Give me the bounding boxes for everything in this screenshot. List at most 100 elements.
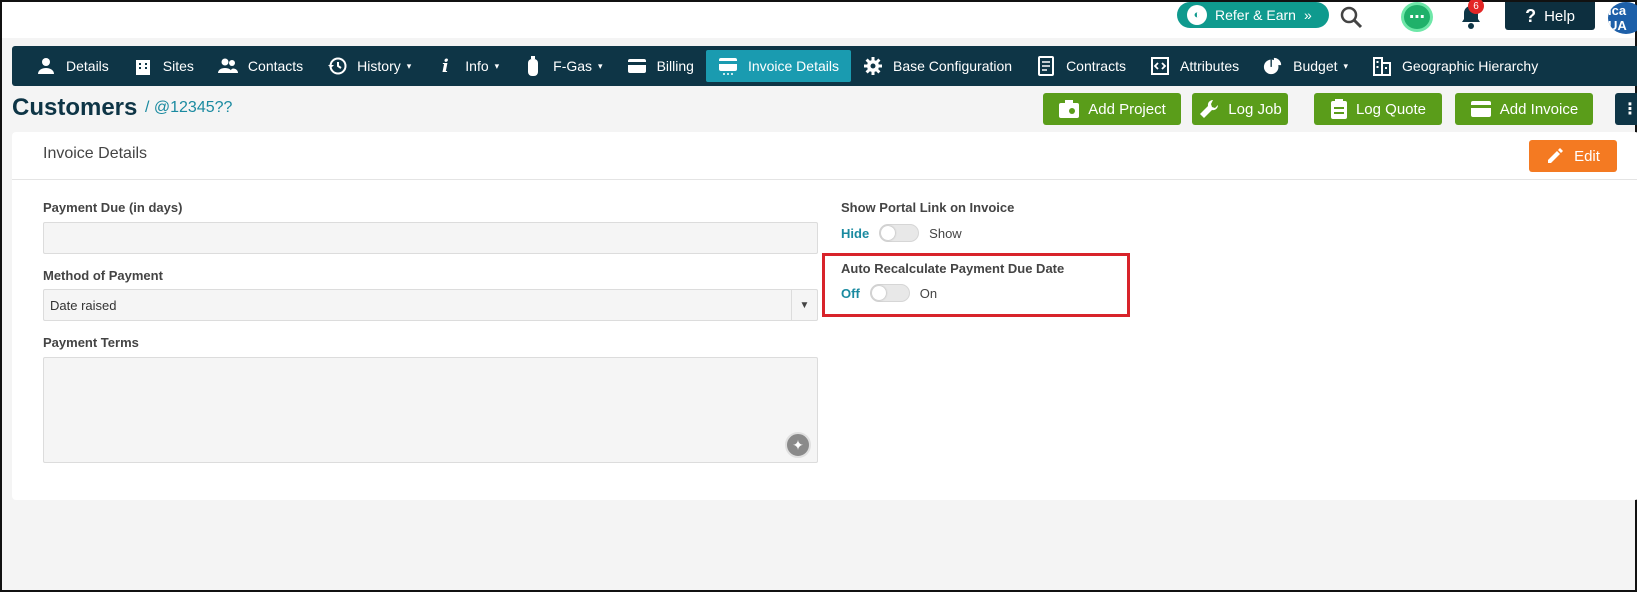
gear-icon — [863, 56, 883, 76]
log-quote-button[interactable]: Log Quote — [1314, 93, 1442, 125]
payment-due-input[interactable] — [43, 222, 818, 254]
tab-f-gas[interactable]: F-Gas ▾ — [511, 50, 614, 82]
tab-contracts[interactable]: Contracts — [1024, 50, 1138, 82]
method-of-payment-value: Date raised — [50, 297, 117, 313]
tab-label: Geographic Hierarchy — [1402, 58, 1539, 74]
tab-label: Base Configuration — [892, 58, 1013, 74]
tab-attributes[interactable]: Attributes — [1138, 50, 1251, 82]
add-invoice-button[interactable]: Add Invoice — [1455, 93, 1593, 125]
switch-knob — [881, 226, 896, 240]
method-of-payment-select[interactable]: Date raised ▼ — [43, 289, 818, 321]
auto-recalc-on-label: On — [919, 285, 938, 301]
tab-details[interactable]: Details — [24, 50, 121, 82]
caret-down-icon: ▾ — [494, 60, 500, 71]
card-icon — [627, 56, 647, 76]
tab-invoice-details[interactable]: Invoice Details — [705, 50, 851, 82]
tab-label: History — [357, 58, 401, 74]
switch-knob — [871, 286, 886, 300]
payment-terms-label: Payment Terms — [43, 335, 139, 350]
tab-billing[interactable]: Billing — [615, 50, 706, 82]
help-button[interactable]: ? Help — [1505, 2, 1595, 30]
add-project-label: Add Project — [1088, 100, 1166, 118]
ai-sparkle-icon[interactable]: ✦ — [785, 432, 811, 458]
card-header: Invoice Details Edit — [12, 132, 1637, 180]
tab-label: Details — [66, 58, 109, 74]
tab-info[interactable]: i Info ▾ — [423, 50, 511, 82]
hierarchy-icon — [1372, 56, 1392, 76]
more-options-button[interactable]: ⋮ — [1615, 93, 1637, 125]
user-icon — [36, 56, 56, 76]
history-icon — [327, 56, 347, 76]
tab-label: F-Gas — [553, 58, 593, 74]
project-icon — [1059, 100, 1080, 118]
invoice-card-icon — [718, 56, 738, 76]
tab-sites[interactable]: Sites — [121, 50, 206, 82]
auto-recalc-label: Auto Recalculate Payment Due Date — [841, 261, 1065, 276]
tab-label: Contacts — [247, 58, 304, 74]
auto-recalc-toggle-row: Off On — [841, 284, 937, 302]
caret-down-icon: ▾ — [406, 60, 412, 71]
double-chevron-icon: » — [1303, 7, 1312, 23]
chat-button[interactable]: ⋯ — [1400, 2, 1434, 32]
tab-contacts[interactable]: Contacts — [206, 50, 315, 82]
edit-label: Edit — [1574, 147, 1600, 165]
card-icon — [1470, 101, 1491, 117]
caret-down-icon: ▾ — [598, 60, 603, 71]
tab-base-configuration[interactable]: Base Configuration — [851, 50, 1024, 82]
kebab-icon: ⋮ — [1622, 101, 1637, 118]
caret-down-icon: ▾ — [1343, 60, 1349, 71]
tab-label: Budget — [1293, 58, 1338, 74]
log-quote-label: Log Quote — [1355, 100, 1427, 118]
log-job-label: Log Job — [1228, 100, 1282, 118]
tab-label: Sites — [162, 58, 194, 74]
pencil-icon — [1548, 148, 1564, 163]
help-label: Help — [1544, 7, 1575, 25]
tab-label: Attributes — [1179, 58, 1240, 74]
info-icon: i — [441, 55, 449, 77]
edit-button[interactable]: Edit — [1529, 140, 1617, 172]
tab-budget[interactable]: Budget ▾ — [1251, 50, 1360, 82]
portal-link-off-label: Hide — [841, 225, 870, 241]
building-icon — [133, 56, 153, 76]
portal-link-toggle-row: Hide Show — [841, 224, 962, 242]
tab-label: Invoice Details — [747, 58, 839, 74]
portal-link-switch[interactable] — [879, 224, 920, 242]
gas-cylinder-icon — [523, 56, 543, 76]
contract-icon — [1036, 56, 1056, 76]
search-icon — [1340, 6, 1363, 29]
add-invoice-label: Add Invoice — [1499, 100, 1579, 118]
clipboard-icon — [1330, 99, 1347, 119]
tab-label: Info — [465, 58, 489, 74]
budget-icon — [1263, 56, 1283, 76]
tab-label: Billing — [656, 58, 694, 74]
customer-nav-bar: Details Sites Contacts History ▾ i Info ▾ F-Gas ▾… — [12, 46, 1637, 86]
auto-recalc-off-label: Off — [841, 285, 860, 301]
question-icon: ? — [1525, 5, 1537, 26]
users-icon — [217, 56, 238, 76]
page-title: Customers — [12, 94, 138, 121]
search-button[interactable] — [1334, 2, 1368, 32]
attributes-icon — [1150, 56, 1170, 76]
top-bar: ◐ Refer & Earn » ⋯ 6 ? Help ica UA — [2, 0, 1637, 38]
portal-link-on-label: Show — [929, 225, 962, 241]
chat-icon: ⋯ — [1401, 2, 1433, 32]
refer-earn-button[interactable]: ◐ Refer & Earn » — [1177, 2, 1329, 28]
add-project-button[interactable]: Add Project — [1043, 93, 1181, 125]
tab-history[interactable]: History ▾ — [315, 50, 423, 82]
auto-recalc-switch[interactable] — [869, 284, 910, 302]
avatar[interactable]: ica UA — [1608, 2, 1637, 34]
tab-label: Contracts — [1066, 58, 1126, 74]
payment-due-label: Payment Due (in days) — [43, 200, 183, 215]
payment-terms-textarea[interactable]: ✦ — [43, 357, 818, 463]
refer-logo-icon: ◐ — [1187, 5, 1207, 25]
chevron-down-icon[interactable]: ▼ — [791, 290, 817, 320]
refer-label: Refer & Earn — [1215, 7, 1296, 23]
log-job-button[interactable]: Log Job — [1192, 93, 1288, 125]
card-title: Invoice Details — [43, 145, 148, 162]
breadcrumb[interactable]: / @12345?? — [145, 99, 232, 117]
wrench-icon — [1200, 99, 1219, 118]
tab-geographic-hierarchy[interactable]: Geographic Hierarchy — [1360, 50, 1550, 82]
portal-link-label: Show Portal Link on Invoice — [841, 200, 1015, 215]
method-of-payment-label: Method of Payment — [43, 268, 163, 283]
notifications-button[interactable]: 6 — [1454, 0, 1488, 32]
